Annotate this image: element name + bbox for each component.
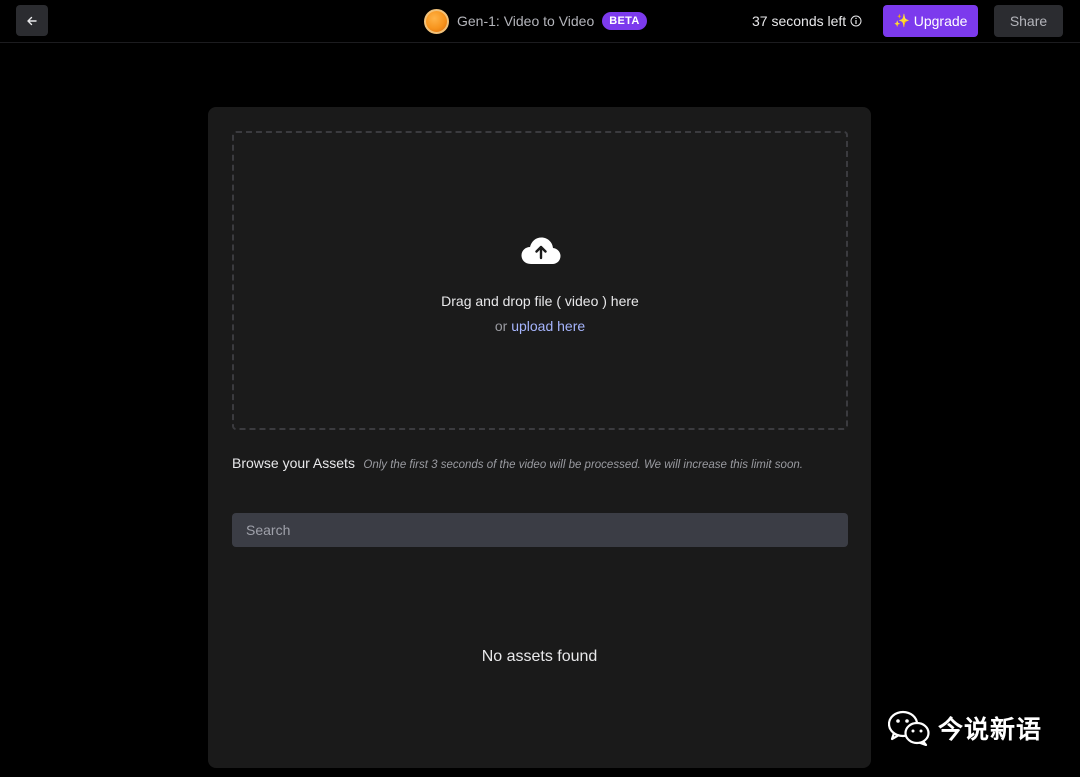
time-left-indicator: 37 seconds left [752,13,862,29]
sparkles-icon: ✨ [893,13,910,28]
share-button[interactable]: Share [994,5,1063,37]
assets-header: Browse your Assets Only the first 3 seco… [232,450,832,478]
file-dropzone[interactable]: Drag and drop file ( video ) here or upl… [232,131,848,430]
empty-state-text: No assets found [481,648,598,665]
upgrade-button[interactable]: ✨ Upgrade [883,5,978,37]
top-bar: Gen-1: Video to Video BETA 37 seconds le… [0,0,1080,43]
app-title: Gen-1: Video to Video [457,13,595,29]
assets-search-input[interactable] [232,513,848,547]
or-text: or [494,318,508,334]
share-label: Share [1009,13,1048,29]
upload-here-link[interactable]: upload here [511,318,585,334]
arrow-left-icon [27,16,37,25]
beta-badge: BETA [602,12,647,30]
watermark-text: 今说新语 [938,715,1043,744]
info-icon[interactable] [850,15,862,27]
watermark: 今说新语 [888,708,1042,748]
upload-panel: Drag and drop file ( video ) here or upl… [208,107,871,768]
upgrade-label: Upgrade [913,13,968,29]
app-title-group: Gen-1: Video to Video BETA [424,8,647,34]
cloud-upload-icon [521,237,561,264]
upload-alternative: or upload here [234,318,846,334]
browse-assets-title: Browse your Assets [232,455,355,471]
app-logo-icon [424,8,449,34]
time-left-text: 37 seconds left [752,13,847,29]
dropzone-instruction: Drag and drop file ( video ) here [441,293,639,309]
wechat-icon [888,710,930,746]
back-button[interactable] [16,5,48,36]
processing-limit-note: Only the first 3 seconds of the video wi… [363,459,803,471]
